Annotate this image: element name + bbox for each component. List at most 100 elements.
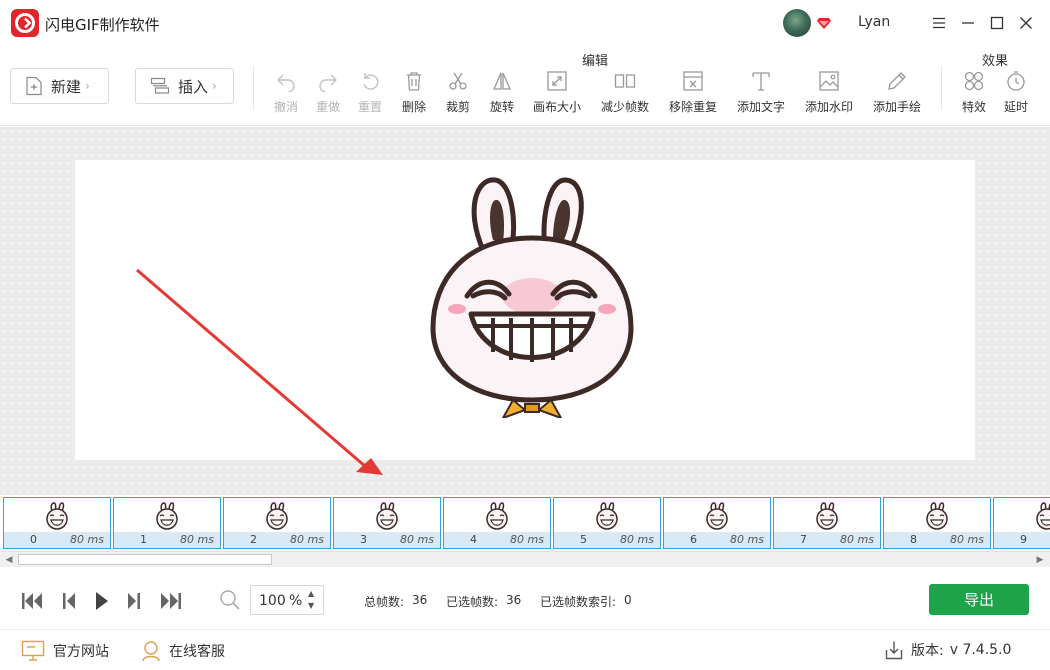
undo-button[interactable]: 撤消 xyxy=(273,70,299,116)
last-frame-icon[interactable] xyxy=(159,590,183,612)
frame-thumbnail[interactable]: 8 80 ms xyxy=(883,497,991,549)
play-icon[interactable] xyxy=(90,590,114,612)
close-button[interactable] xyxy=(1013,10,1039,36)
version-info[interactable]: 版本: v 7.4.5.0 xyxy=(885,640,1011,660)
online-support-label: 在线客服 xyxy=(169,644,225,660)
frame-thumbnail[interactable]: 7 80 ms xyxy=(773,497,881,549)
watermark-icon xyxy=(819,71,839,91)
add-watermark-button[interactable]: 添加水印 xyxy=(805,70,853,116)
canvas-area xyxy=(0,127,1050,495)
minimize-icon xyxy=(962,22,974,24)
title-bar: 闪电GIF制作软件 Lyan xyxy=(0,0,1050,46)
minimize-button[interactable] xyxy=(955,10,981,36)
bunny-thumbnail xyxy=(46,502,68,530)
chevron-right-icon: › xyxy=(85,79,90,93)
selected-frames-value: 36 xyxy=(506,593,522,607)
frame-thumbnail[interactable]: 6 80 ms xyxy=(663,497,771,549)
scroll-left-icon[interactable]: ◀ xyxy=(3,554,15,566)
frame-preview xyxy=(337,500,437,532)
bunny-thumbnail xyxy=(376,502,398,530)
maximize-button[interactable] xyxy=(984,10,1010,36)
online-support-link[interactable]: 在线客服 xyxy=(141,640,225,662)
text-icon xyxy=(752,72,770,91)
effects-group-label: 效果 xyxy=(982,54,1009,69)
zoom-stepper[interactable]: 100 % ▲ ▼ xyxy=(250,585,324,615)
frame-preview xyxy=(447,500,547,532)
previous-frame-icon[interactable] xyxy=(57,590,81,612)
frame-strip: 0 80 ms 1 80 ms 2 80 ms 3 80 ms 4 80 ms 5 80 m… xyxy=(0,495,1050,551)
crop-button[interactable]: 裁剪 xyxy=(445,70,471,116)
frame-thumbnail[interactable]: 1 80 ms xyxy=(113,497,221,549)
maximize-icon xyxy=(990,16,1004,30)
user-name[interactable]: Lyan xyxy=(858,14,890,30)
insert-button-label: 插入 xyxy=(178,77,209,96)
frame-thumbnail[interactable]: 3 80 ms xyxy=(333,497,441,549)
edit-group-label: 编辑 xyxy=(582,54,609,69)
add-drawing-button[interactable]: 添加手绘 xyxy=(873,70,921,116)
bunny-thumbnail xyxy=(486,502,508,530)
insert-button[interactable]: 插入 › xyxy=(135,68,234,104)
next-frame-icon[interactable] xyxy=(122,590,146,612)
toolbar-divider xyxy=(941,66,942,110)
bunny-thumbnail xyxy=(596,502,618,530)
reduce-frames-button[interactable]: 减少帧数 xyxy=(601,70,649,116)
delete-button[interactable]: 删除 xyxy=(401,70,427,116)
close-icon xyxy=(1020,17,1032,29)
new-file-icon xyxy=(26,76,42,96)
add-text-button[interactable]: 添加文字 xyxy=(737,70,785,116)
version-value: v 7.4.5.0 xyxy=(949,642,1012,658)
zoom-unit: % xyxy=(289,593,303,609)
selected-frames-label: 已选帧数: xyxy=(446,595,499,609)
new-button[interactable]: 新建 › xyxy=(10,68,109,104)
toolbar: 编辑 效果 新建 › 插入 › 撤消 重做 重置 删除 裁剪 旋转 画布大小 减… xyxy=(0,46,1050,126)
delay-button[interactable]: 延时 xyxy=(1003,70,1029,116)
frame-strip-scrollbar[interactable]: ◀ ▶ xyxy=(0,551,1050,567)
redo-button[interactable]: 重做 xyxy=(315,70,341,116)
canvas-size-icon xyxy=(547,71,567,91)
frame-thumbnail[interactable]: 5 80 ms xyxy=(553,497,661,549)
zoom-value: 100 xyxy=(259,593,286,609)
effects-button[interactable]: 特效 xyxy=(961,70,987,116)
scrollbar-thumb[interactable] xyxy=(18,554,272,565)
rotate-button[interactable]: 旋转 xyxy=(489,70,515,116)
first-frame-icon[interactable] xyxy=(20,590,44,612)
frame-thumbnail[interactable]: 0 80 ms xyxy=(3,497,111,549)
zoom-up-icon[interactable]: ▲ xyxy=(308,589,314,598)
avatar[interactable] xyxy=(783,9,811,37)
export-button[interactable]: 导出 xyxy=(929,584,1029,615)
bunny-gif-image xyxy=(430,177,634,418)
support-agent-icon xyxy=(142,641,160,662)
frame-thumbnail[interactable]: 2 80 ms xyxy=(223,497,331,549)
remove-duplicates-button[interactable]: 移除重复 xyxy=(669,70,717,116)
canvas-size-button[interactable]: 画布大小 xyxy=(533,70,581,116)
scissors-icon xyxy=(449,72,467,90)
timer-icon xyxy=(1007,71,1025,91)
toolbar-divider xyxy=(253,66,254,110)
scroll-right-icon[interactable]: ▶ xyxy=(1034,554,1046,566)
total-frames-label: 总帧数: xyxy=(364,595,405,609)
monitor-icon xyxy=(21,640,45,661)
effects-icon xyxy=(964,71,984,91)
bunny-thumbnail xyxy=(266,502,288,530)
zoom-down-icon[interactable]: ▼ xyxy=(308,601,314,610)
frame-preview xyxy=(557,500,657,532)
reduce-frames-icon xyxy=(614,74,636,88)
pen-icon xyxy=(888,72,906,90)
bunny-thumbnail xyxy=(156,502,178,530)
frame-preview xyxy=(667,500,767,532)
rotate-icon xyxy=(493,72,511,90)
official-website-link[interactable]: 官方网站 xyxy=(21,640,109,662)
frame-thumbnail[interactable]: 9 xyxy=(993,497,1050,549)
bunny-thumbnail xyxy=(816,502,838,530)
menu-button[interactable] xyxy=(926,10,952,36)
new-button-label: 新建 xyxy=(51,77,82,96)
app-title: 闪电GIF制作软件 xyxy=(45,16,160,34)
playback-bar: 100 % ▲ ▼ 总帧数: 36 已选帧数: 36 已选帧数索引: 0 导出 xyxy=(0,568,1050,630)
frame-preview xyxy=(7,500,107,532)
frame-thumbnail[interactable]: 4 80 ms xyxy=(443,497,551,549)
vip-diamond-icon xyxy=(817,18,831,29)
bunny-thumbnail xyxy=(926,502,948,530)
gif-canvas[interactable] xyxy=(75,160,975,460)
reset-button[interactable]: 重置 xyxy=(357,70,383,116)
frame-preview xyxy=(227,500,327,532)
